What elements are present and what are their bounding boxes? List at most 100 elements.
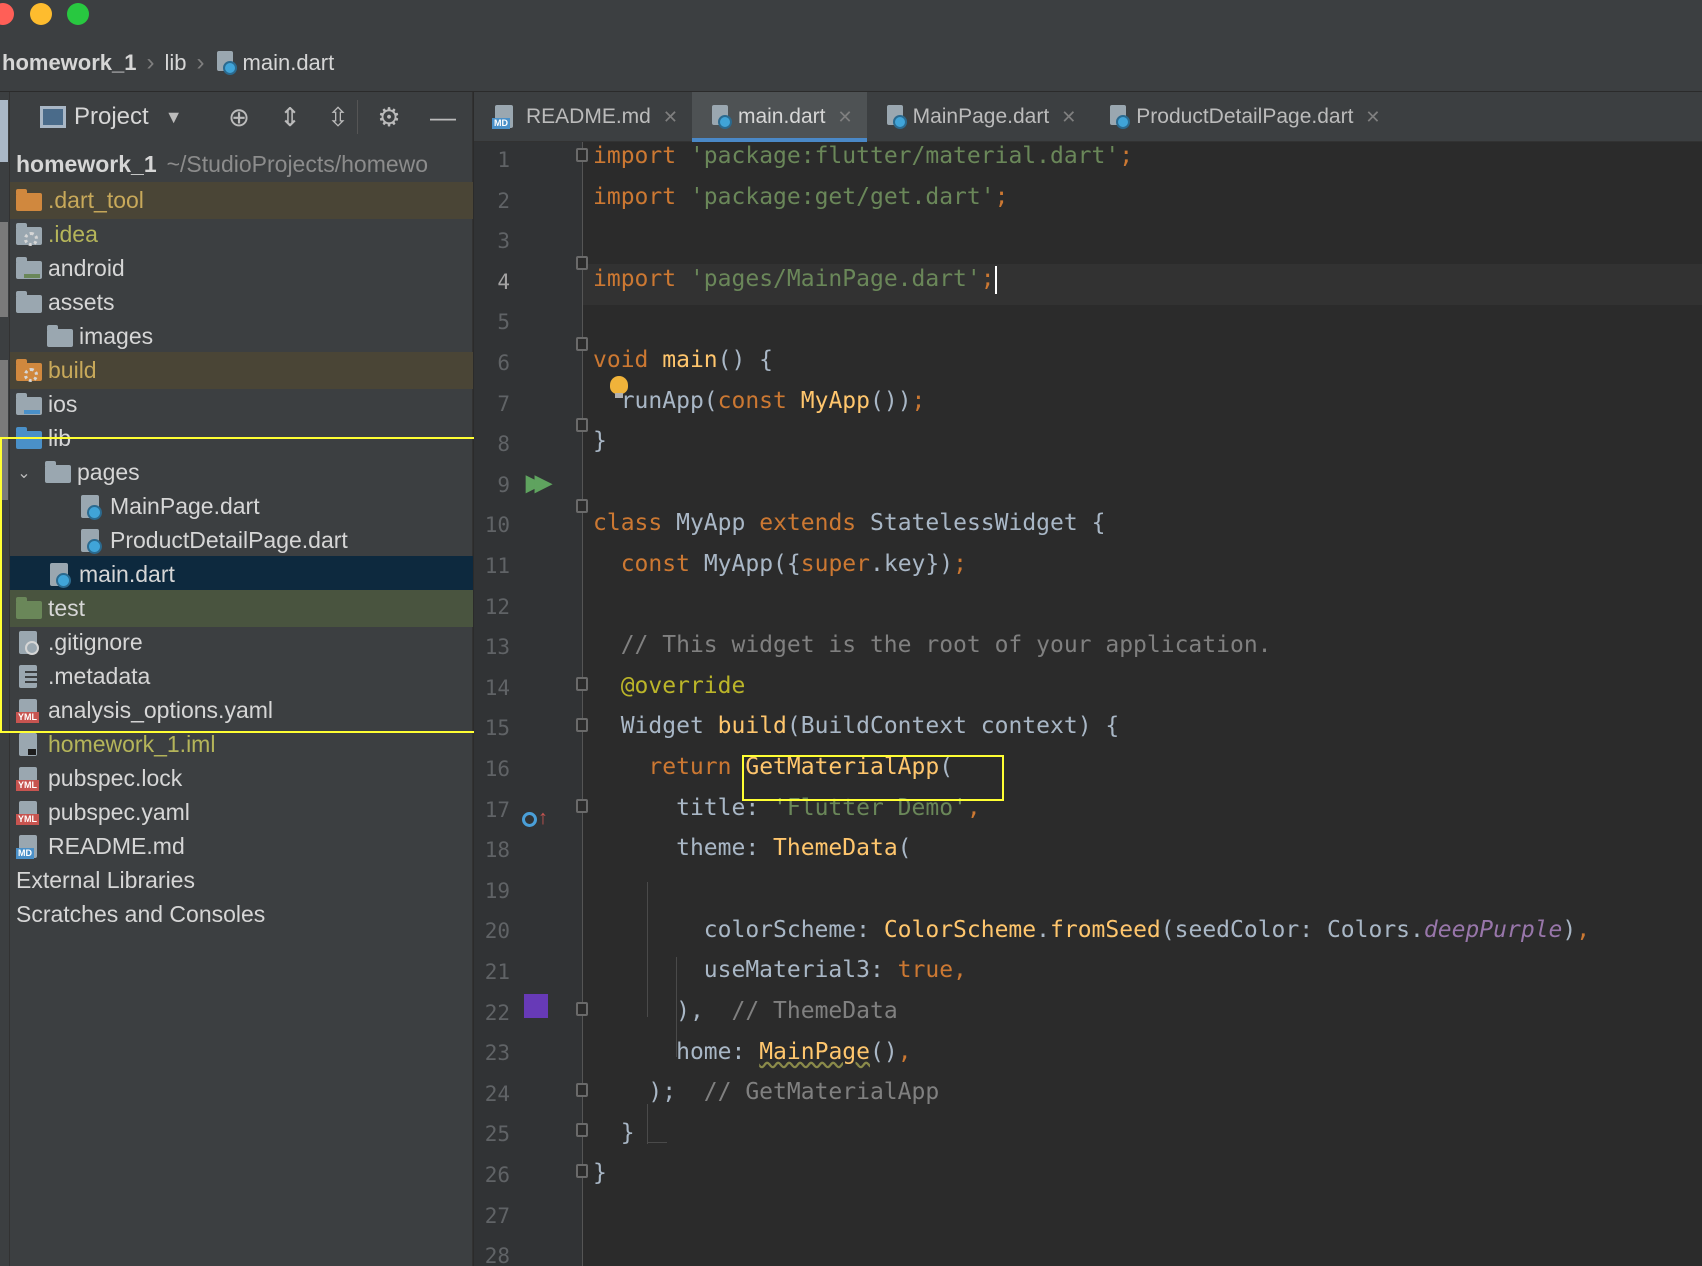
minimize-window-button[interactable] xyxy=(30,3,52,25)
tab-main-dart[interactable]: main.dart ✕ xyxy=(691,92,867,142)
fold-marker-icon[interactable] xyxy=(576,677,588,691)
locate-file-icon[interactable]: ⊕ xyxy=(224,102,254,132)
tree-item-external-libraries[interactable]: External Libraries xyxy=(10,862,473,899)
line-number[interactable]: 19 xyxy=(474,879,510,903)
tree-item-ios[interactable]: ios xyxy=(10,386,473,423)
line-number[interactable]: 23 xyxy=(474,1041,510,1065)
tree-item-assets[interactable]: assets xyxy=(10,284,473,321)
line-number[interactable]: 17 xyxy=(474,798,510,822)
line-number[interactable]: 13 xyxy=(474,635,510,659)
tree-item-android[interactable]: android xyxy=(10,250,473,287)
line-number[interactable]: 14 xyxy=(474,676,510,700)
line-number[interactable]: 24 xyxy=(474,1082,510,1106)
tree-item-idea[interactable]: .idea xyxy=(10,216,473,253)
line-number[interactable]: 20 xyxy=(474,919,510,943)
tree-item-images[interactable]: images xyxy=(10,318,473,355)
line-number[interactable]: 6 xyxy=(474,351,510,375)
tree-item-metadata[interactable]: .metadata xyxy=(10,658,473,695)
tree-item-label: .idea xyxy=(48,221,98,247)
fold-marker-icon[interactable] xyxy=(576,1083,588,1097)
tree-item-main-dart[interactable]: main.dart xyxy=(10,556,473,593)
line-number[interactable]: 27 xyxy=(474,1204,510,1228)
fold-marker-icon[interactable] xyxy=(576,718,588,732)
line-number[interactable]: 9 xyxy=(474,473,510,497)
project-tool-tab[interactable] xyxy=(0,100,8,162)
breadcrumb-project[interactable]: homework_1 xyxy=(2,50,137,76)
tree-item-pubspec-lock[interactable]: YML pubspec.lock xyxy=(10,760,473,797)
tree-item-readme[interactable]: MD README.md xyxy=(10,828,473,865)
tree-item-gitignore[interactable]: .gitignore xyxy=(10,624,473,661)
tree-item-iml[interactable]: homework_1.iml xyxy=(10,726,473,763)
run-icon[interactable]: ▶▶ xyxy=(526,470,552,496)
line-number[interactable]: 26 xyxy=(474,1163,510,1187)
fold-marker-icon[interactable] xyxy=(576,256,588,270)
line-number[interactable]: 8 xyxy=(474,432,510,456)
expand-all-icon[interactable]: ⇕ xyxy=(275,102,305,132)
line-number[interactable]: 25 xyxy=(474,1122,510,1146)
pull-requests-tool-tab[interactable] xyxy=(0,360,8,500)
close-window-button[interactable] xyxy=(0,3,14,25)
collapse-all-icon[interactable]: ⇳ xyxy=(323,102,353,132)
breadcrumb-file[interactable]: main.dart xyxy=(215,50,334,76)
tree-item-mainpage[interactable]: MainPage.dart xyxy=(10,488,473,525)
line-number[interactable]: 5 xyxy=(474,310,510,334)
line-number[interactable]: 1 xyxy=(474,148,510,172)
tree-item-build[interactable]: build xyxy=(10,352,473,389)
line-number[interactable]: 22 xyxy=(474,1001,510,1025)
fold-marker-icon[interactable] xyxy=(576,1123,588,1137)
tab-readme[interactable]: MD README.md ✕ xyxy=(474,92,692,142)
tree-item-analysis-options[interactable]: YML analysis_options.yaml xyxy=(10,692,473,729)
breadcrumb-folder[interactable]: lib xyxy=(165,50,187,76)
dart-file-icon xyxy=(78,528,104,554)
code-line-20: colorScheme: ColorScheme.fromSeed(seedCo… xyxy=(703,917,1591,943)
tab-productdetail[interactable]: ProductDetailPage.dart ✕ xyxy=(1090,92,1394,142)
tree-item-productdetail[interactable]: ProductDetailPage.dart xyxy=(10,522,473,559)
line-number[interactable]: 18 xyxy=(474,838,510,862)
fold-marker-icon[interactable] xyxy=(576,418,588,432)
fold-marker-icon[interactable] xyxy=(576,499,588,513)
close-icon[interactable]: ✕ xyxy=(1061,107,1076,128)
close-icon[interactable]: ✕ xyxy=(838,107,853,128)
line-number[interactable]: 12 xyxy=(474,595,510,619)
line-number[interactable]: 15 xyxy=(474,716,510,740)
commit-tool-tab[interactable] xyxy=(0,222,8,317)
fold-marker-icon[interactable] xyxy=(576,799,588,813)
fold-marker-icon[interactable] xyxy=(576,1164,588,1178)
tree-root[interactable]: homework_1 ~/StudioProjects/homewo xyxy=(10,146,473,183)
line-number[interactable]: 21 xyxy=(474,960,510,984)
tree-item-label: lib xyxy=(48,425,72,451)
project-panel: Project ▼ ⊕ ⇕ ⇳ ⚙ — homework_1 ~/StudioP… xyxy=(10,92,473,1266)
line-number[interactable]: 16 xyxy=(474,757,510,781)
project-view-title[interactable]: Project xyxy=(74,103,149,131)
line-number[interactable]: 11 xyxy=(474,554,510,578)
tree-item-pages[interactable]: ⌄ pages xyxy=(10,454,473,491)
line-number[interactable]: 3 xyxy=(474,229,510,253)
fold-marker-icon[interactable] xyxy=(576,148,588,162)
tab-mainpage[interactable]: MainPage.dart ✕ xyxy=(867,92,1091,142)
line-number[interactable]: 4 xyxy=(474,270,510,294)
tree-item-scratches[interactable]: Scratches and Consoles xyxy=(10,896,473,933)
hide-panel-icon[interactable]: — xyxy=(428,102,458,132)
gear-icon[interactable]: ⚙ xyxy=(374,102,404,132)
fold-marker-icon[interactable] xyxy=(576,1002,588,1016)
close-icon[interactable]: ✕ xyxy=(1365,107,1380,128)
override-icon[interactable]: ↑ xyxy=(522,807,548,830)
line-number[interactable]: 10 xyxy=(474,513,510,537)
tree-item-pubspec-yaml[interactable]: YML pubspec.yaml xyxy=(10,794,473,831)
tree-item-dart-tool[interactable]: .dart_tool xyxy=(10,182,473,219)
tree-item-label: ProductDetailPage.dart xyxy=(110,527,348,553)
line-number[interactable]: 7 xyxy=(474,392,510,416)
code-line-8: } xyxy=(593,428,607,454)
dart-file-icon xyxy=(78,494,104,520)
line-number[interactable]: 28 xyxy=(474,1244,510,1266)
tree-item-test[interactable]: test xyxy=(10,590,473,627)
chevron-down-icon[interactable]: ▼ xyxy=(165,107,183,128)
maximize-window-button[interactable] xyxy=(67,3,89,25)
chevron-down-icon[interactable]: ⌄ xyxy=(13,463,35,483)
tree-item-lib[interactable]: lib xyxy=(10,420,473,457)
code-editor[interactable]: 1 2 3 4 5 6 7 8 9 10 11 12 13 14 15 16 17 18 19 20 21 22 23 24 2… xyxy=(474,142,1702,1266)
close-icon[interactable]: ✕ xyxy=(663,107,678,128)
color-preview-swatch[interactable] xyxy=(524,994,548,1018)
fold-marker-icon[interactable] xyxy=(576,337,588,351)
line-number[interactable]: 2 xyxy=(474,189,510,213)
